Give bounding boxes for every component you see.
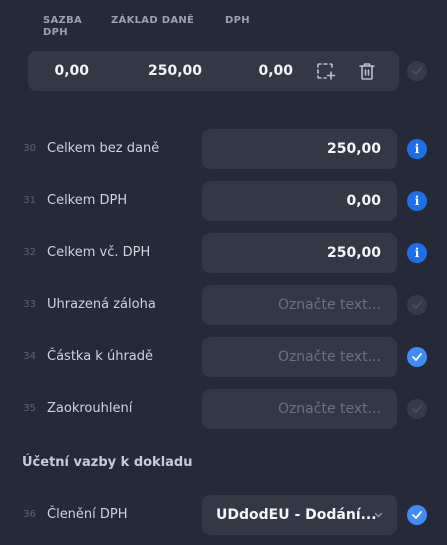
info-icon[interactable]: i: [407, 139, 427, 159]
row-number: 30: [23, 143, 36, 154]
row-total-with-vat: 32 Celkem vč. DPH 250,00 i: [0, 233, 447, 273]
header-rate-line2: DPH: [43, 27, 68, 38]
row-label: Celkem bez daně: [47, 141, 160, 156]
row-total-vat: 31 Celkem DPH 0,00 i: [0, 181, 447, 221]
trash-icon: [359, 63, 375, 80]
row-rounding: 35 Zaokrouhlení Označte text...: [0, 389, 447, 429]
row-amount-due: 34 Částka k úhradě Označte text...: [0, 337, 447, 377]
row-label: Členění DPH: [47, 507, 128, 522]
paid-deposit-field[interactable]: Označte text...: [202, 285, 397, 325]
check-icon[interactable]: [407, 347, 427, 367]
check-icon[interactable]: [407, 399, 427, 419]
rounding-field[interactable]: Označte text...: [202, 389, 397, 429]
row-number: 31: [23, 195, 36, 206]
header-base: ZÁKLAD DANĚ: [111, 15, 195, 26]
vat-split-select[interactable]: UDdodEU - Dodání...: [202, 495, 397, 535]
row-label: Celkem DPH: [47, 193, 128, 208]
header-vat: DPH: [225, 15, 250, 26]
row-vat-split: 36 Členění DPH UDdodEU - Dodání...: [0, 495, 447, 535]
vat-rate-row: 0,00 250,00 0,00: [28, 51, 399, 91]
row-number: 35: [23, 403, 36, 414]
row-number: 33: [23, 299, 36, 310]
vat-amount-value[interactable]: 0,00: [228, 51, 293, 91]
select-area-button[interactable]: [316, 61, 336, 81]
row-label: Zaokrouhlení: [47, 401, 133, 416]
info-icon[interactable]: i: [407, 191, 427, 211]
total-vat-field[interactable]: 0,00: [202, 181, 397, 221]
row-label: Částka k úhradě: [47, 349, 154, 364]
check-icon[interactable]: [407, 295, 427, 315]
delete-button[interactable]: [357, 61, 377, 81]
section-title: Účetní vazby k dokladu: [22, 455, 193, 470]
chevron-down-icon: [374, 495, 383, 535]
info-icon[interactable]: i: [407, 243, 427, 263]
vat-row-check[interactable]: [407, 61, 427, 81]
header-rate: SAZBA DPH: [43, 15, 82, 39]
select-area-icon: [317, 63, 336, 80]
vat-base-value[interactable]: 250,00: [118, 51, 202, 91]
total-without-vat-field[interactable]: 250,00: [202, 129, 397, 169]
check-icon: [412, 67, 422, 75]
row-number: 34: [23, 351, 36, 362]
row-label: Uhrazená záloha: [47, 297, 156, 312]
vat-rate-value[interactable]: 0,00: [28, 51, 89, 91]
row-paid-deposit: 33 Uhrazená záloha Označte text...: [0, 285, 447, 325]
total-with-vat-field[interactable]: 250,00: [202, 233, 397, 273]
row-number: 32: [23, 247, 36, 258]
amount-due-field[interactable]: Označte text...: [202, 337, 397, 377]
row-total-without-vat: 30 Celkem bez daně 250,00 i: [0, 129, 447, 169]
check-icon[interactable]: [407, 505, 427, 525]
vat-split-value: UDdodEU - Dodání...: [216, 507, 377, 523]
row-label: Celkem vč. DPH: [47, 245, 151, 260]
row-number: 36: [23, 509, 36, 520]
header-rate-line1: SAZBA: [43, 15, 83, 26]
